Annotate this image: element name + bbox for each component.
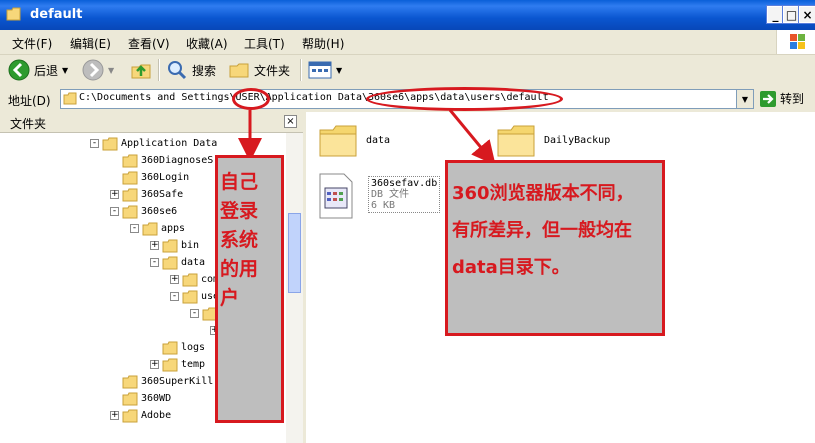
- version-note-line: 360浏览器版本不同，: [452, 183, 634, 204]
- user-highlight-oval: [232, 88, 270, 110]
- user-note-line: 系统: [220, 229, 259, 251]
- user-note-line: 户: [220, 287, 240, 309]
- annotation-arrows: [238, 109, 496, 166]
- version-note-line: 有所差异，但一般均在: [452, 220, 632, 241]
- version-note-box: 360浏览器版本不同， 有所差异，但一般均在 data目录下。: [445, 160, 665, 336]
- path-highlight-oval: [366, 87, 563, 111]
- user-note-line: 登录: [220, 200, 259, 222]
- user-note-box: 自己 登录 系统 的用 户: [215, 155, 284, 423]
- version-note-line: data目录下。: [452, 257, 570, 278]
- user-note-line: 自己: [220, 171, 259, 193]
- user-note-line: 的用: [220, 258, 259, 280]
